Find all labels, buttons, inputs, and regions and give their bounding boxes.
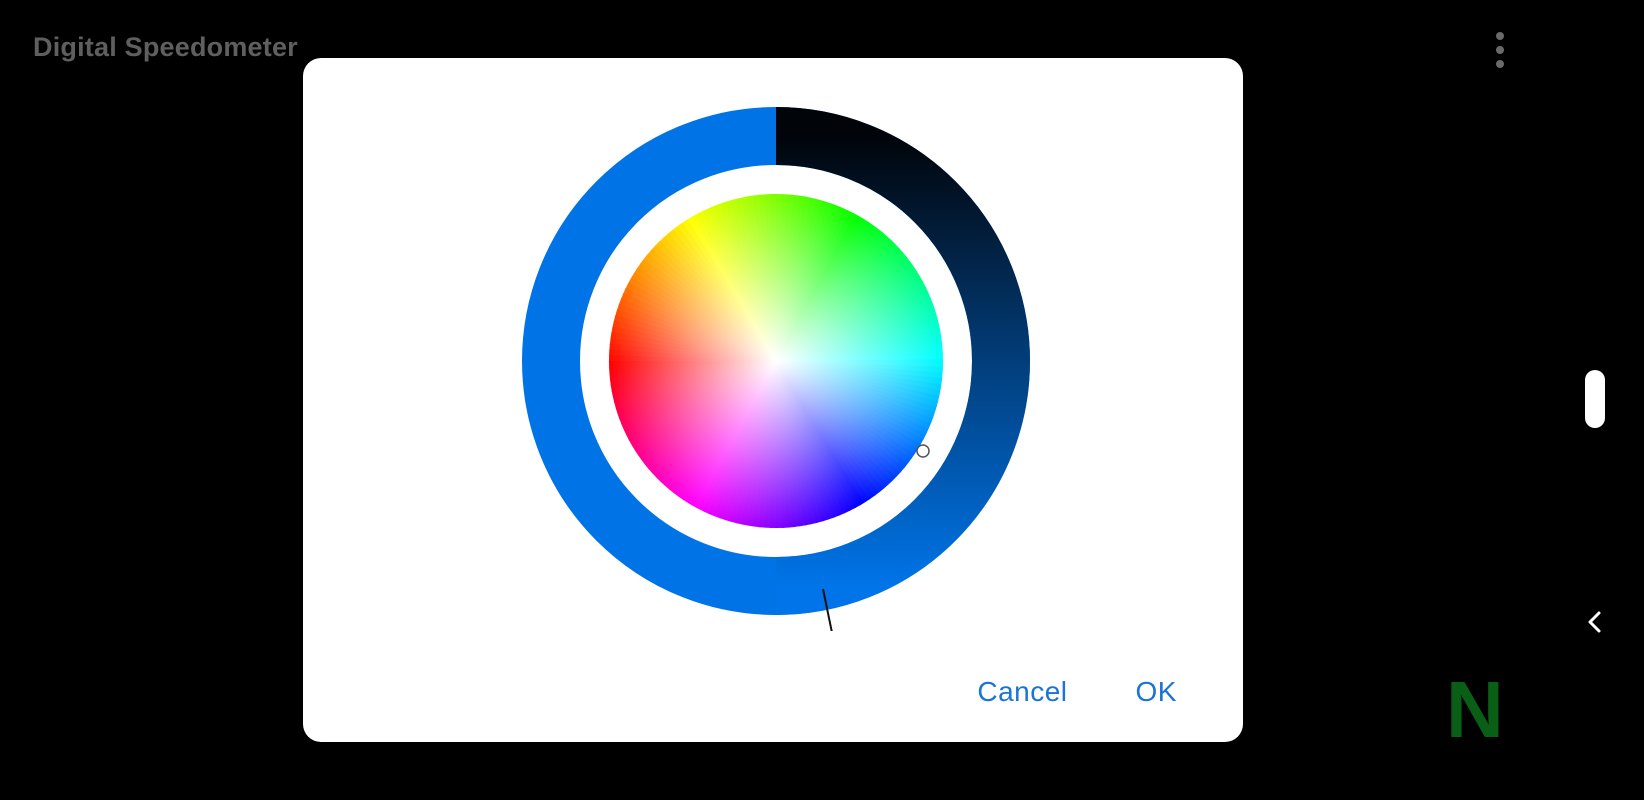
hue-selector-handle[interactable] [916, 444, 930, 458]
color-picker [522, 107, 1030, 631]
hue-wheel[interactable] [606, 191, 946, 531]
app-title: Digital Speedometer [33, 32, 298, 62]
cancel-button[interactable]: Cancel [977, 676, 1067, 708]
dialog-actions: Cancel OK [977, 676, 1177, 708]
more-vert-icon[interactable] [1486, 30, 1514, 70]
screen: Digital Speedometer N Cancel OK [0, 0, 1644, 800]
ok-button[interactable]: OK [1136, 676, 1177, 708]
color-picker-dialog: Cancel OK [303, 58, 1243, 742]
chevron-left-icon[interactable] [1581, 608, 1609, 636]
menu-dot [1496, 32, 1504, 40]
side-handle[interactable] [1585, 370, 1605, 428]
compass-heading: N [1446, 665, 1504, 754]
menu-dot [1496, 46, 1504, 54]
menu-dot [1496, 60, 1504, 68]
